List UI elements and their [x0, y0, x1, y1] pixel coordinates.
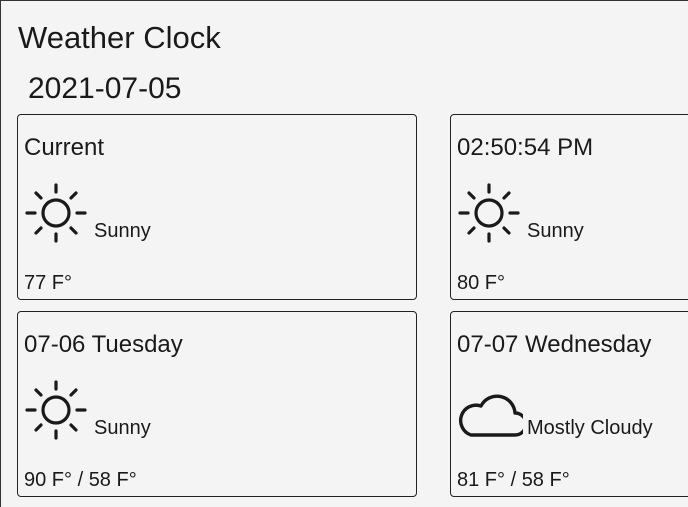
current-date: 2021-07-05: [28, 72, 182, 105]
condition-label: Sunny: [527, 220, 584, 242]
app-window: Weather Clock 2021-07-05 Current Sunny 7…: [0, 0, 688, 507]
cloud-icon: [457, 378, 523, 442]
condition-label: Mostly Cloudy: [527, 417, 653, 439]
card-forecast-day-2: 07-07 Wednesday Mostly Cloudy 81 F° / 58…: [450, 311, 688, 497]
sun-icon: [24, 181, 90, 245]
card-title: 07-06 Tuesday: [24, 331, 183, 358]
card-current-weather: Current Sunny 77 F°: [17, 114, 417, 300]
clock-time: 02:50:54 PM: [457, 134, 594, 161]
temperature-label: 80 F°: [457, 272, 506, 294]
temperature-label: 77 F°: [24, 272, 73, 294]
sun-icon: [457, 181, 523, 245]
temperature-label: 90 F° / 58 F°: [24, 469, 137, 491]
temperature-label: 81 F° / 58 F°: [457, 469, 570, 491]
card-forecast-day-1: 07-06 Tuesday Sunny 90 F° / 58 F°: [17, 311, 417, 497]
card-title: 07-07 Wednesday: [457, 331, 652, 358]
card-clock: 02:50:54 PM Sunny 80 F°: [450, 114, 688, 300]
condition-label: Sunny: [94, 417, 151, 439]
card-title: Current: [24, 134, 105, 161]
sun-icon: [24, 378, 90, 442]
app-title: Weather Clock: [18, 20, 221, 55]
condition-label: Sunny: [94, 220, 151, 242]
